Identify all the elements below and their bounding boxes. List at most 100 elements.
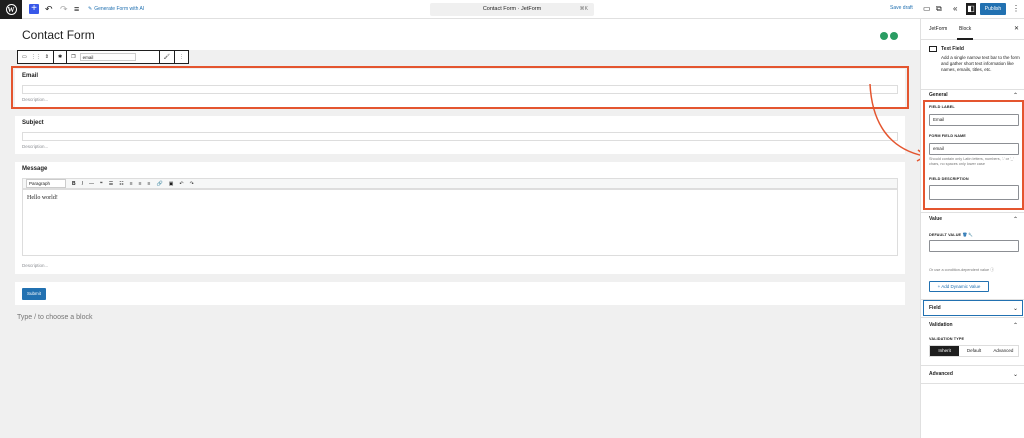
bullet-list-icon[interactable]: ☰ [109, 181, 113, 187]
add-block-button[interactable]: + [29, 4, 39, 14]
value-panel-header[interactable]: Value ⌃ [929, 216, 1018, 223]
chevron-up-icon: ⌃ [1012, 323, 1018, 329]
text-field-block-icon[interactable]: ▭ [22, 54, 27, 60]
validation-option-inherit[interactable]: Inherit [930, 346, 960, 356]
advanced-panel-title: Advanced [929, 371, 953, 377]
move-up-down-icon[interactable]: ⇕ [45, 54, 49, 60]
title-area: Contact Form [0, 19, 920, 50]
block-appender[interactable]: Type / to choose a block [17, 314, 93, 321]
grammar-check-icon [890, 32, 898, 40]
subject-field-block[interactable]: Subject Description... [15, 116, 905, 154]
redo-icon[interactable]: ↷ [60, 3, 68, 15]
rich-text-editor[interactable]: Hello world! [22, 189, 898, 256]
undo-icon[interactable]: ↶ [179, 181, 183, 187]
bold-icon[interactable]: B [72, 181, 76, 187]
field-name-group: ❐ email [67, 51, 160, 63]
general-panel-title: General [929, 92, 948, 98]
rich-text-toolbar: Paragraph B I — ❝ ☰ ☷ ≡ ≡ ≡ 🔗 ▣ ↶ ↷ [22, 178, 898, 189]
collapse-icon[interactable]: « [953, 4, 957, 14]
redo-icon[interactable]: ↷ [190, 181, 194, 187]
undo-icon[interactable]: ↶ [45, 3, 53, 15]
gear-icon[interactable]: ✱ [58, 54, 62, 60]
default-value-label-text: DEFAULT VALUE [929, 233, 962, 237]
validation-option-default[interactable]: Default [959, 346, 988, 356]
default-value-input[interactable] [929, 240, 1019, 252]
link-icon[interactable]: 🔗 [156, 181, 162, 187]
trash-icon[interactable]: 🗑 [962, 233, 967, 237]
wrench-icon[interactable]: 🔧 [968, 233, 973, 237]
editor-canvas: Contact Form ▭ ⋮⋮ ⇕ ✱ ❐ email 🖌 ⋮ Email … [0, 19, 920, 438]
divider [921, 212, 1024, 213]
title-status-icons [880, 32, 898, 40]
settings-sidebar-icon[interactable]: ◧ [966, 3, 976, 15]
block-card-description: Add a single narrow text bar to the form… [941, 55, 1020, 72]
field-name-input[interactable]: email [79, 53, 136, 61]
add-dynamic-value-label: Add Dynamic Value [941, 284, 981, 289]
sidebar-tabs: JetForm Block ✕ [921, 19, 1024, 40]
email-field-highlight [11, 66, 909, 109]
field-panel-header[interactable]: Field ⌄ [929, 305, 1018, 312]
chevron-down-icon: ⌄ [1012, 306, 1018, 312]
divider [921, 383, 1024, 384]
field-panel-title: Field [929, 305, 941, 311]
submit-block [15, 282, 905, 305]
chevron-up-icon: ⌃ [1012, 217, 1018, 223]
align-right-icon[interactable]: ≡ [148, 181, 151, 187]
validation-option-advanced[interactable]: Advanced [989, 346, 1018, 356]
quote-icon[interactable]: ❝ [100, 181, 103, 187]
default-value-label: DEFAULT VALUE 🗑 🔧 [929, 232, 973, 237]
validation-panel-header[interactable]: Validation ⌃ [929, 322, 1018, 329]
help-icon[interactable]: ⓘ [990, 268, 994, 272]
document-title: Contact Form · JetForm [482, 6, 542, 12]
validation-type-control: Inherit Default Advanced [929, 345, 1019, 357]
text-field-icon [929, 46, 937, 52]
command-palette-bar[interactable]: Contact Form · JetForm ⌘K [430, 3, 594, 16]
close-icon[interactable]: ✕ [1014, 25, 1019, 32]
chevron-down-icon: ⌄ [1012, 372, 1018, 378]
divider [921, 89, 1024, 90]
value-panel-title: Value [929, 216, 943, 222]
subject-field-input[interactable] [22, 132, 898, 141]
settings-sidebar: JetForm Block ✕ Text Field Add a single … [920, 19, 1024, 438]
message-field-block[interactable]: Message Paragraph B I — ❝ ☰ ☷ ≡ ≡ ≡ 🔗 ▣ … [15, 162, 905, 274]
document-overview-icon[interactable]: ≡ [74, 3, 79, 15]
generate-form-ai-button[interactable]: ✎ Generate Form with AI [88, 4, 144, 14]
preview-icon[interactable]: ▭ [923, 4, 931, 14]
validation-type-label: VALIDATION TYPE [929, 337, 965, 341]
numbered-list-icon[interactable]: ☷ [119, 181, 123, 187]
general-panel-header[interactable]: General ⌃ [929, 92, 1018, 99]
drag-handle-icon[interactable]: ⋮⋮ [31, 54, 41, 60]
italic-icon[interactable]: I [82, 181, 83, 187]
align-left-icon[interactable]: ≡ [130, 181, 133, 187]
view-post-icon[interactable]: ⧉ [936, 4, 942, 14]
brush-icon[interactable]: 🖌 [164, 54, 170, 60]
brush-group: 🖌 [160, 51, 175, 63]
paragraph-select[interactable]: Paragraph [26, 179, 66, 188]
more-options-icon[interactable]: ⋮ [179, 54, 184, 60]
copy-icon[interactable]: ❐ [71, 54, 75, 60]
save-draft-button[interactable]: Save draft [890, 5, 913, 11]
block-toolbar: ▭ ⋮⋮ ⇕ ✱ ❐ email 🖌 ⋮ [17, 50, 189, 64]
publish-button[interactable]: Publish [980, 3, 1006, 15]
subject-field-description: Description... [22, 144, 49, 149]
wordpress-logo-icon[interactable]: W [0, 0, 22, 19]
options-menu-icon[interactable]: ⋮ [1012, 4, 1020, 14]
page-title[interactable]: Contact Form [22, 28, 95, 42]
submit-button[interactable]: Submit [22, 288, 46, 300]
location-icon [880, 32, 888, 40]
condition-value-text: Or use a condition-dependent value ⓘ [929, 268, 1021, 273]
strikethrough-icon[interactable]: — [89, 181, 94, 187]
subject-field-label: Subject [22, 120, 44, 126]
advanced-panel-header[interactable]: Advanced ⌄ [929, 371, 1018, 378]
tab-jetform[interactable]: JetForm [929, 26, 947, 32]
editor-top-bar: W + ↶ ↷ ≡ ✎ Generate Form with AI Contac… [0, 0, 1024, 19]
message-field-description: Description... [22, 263, 49, 268]
block-card-title: Text Field [941, 46, 964, 52]
align-center-icon[interactable]: ≡ [139, 181, 142, 187]
general-settings-highlight [923, 100, 1024, 210]
tab-block[interactable]: Block [956, 26, 974, 40]
magic-wand-icon: ✎ [88, 6, 93, 12]
add-dynamic-value-button[interactable]: + Add Dynamic Value [929, 281, 989, 292]
image-icon[interactable]: ▣ [169, 181, 174, 187]
divider [921, 317, 1024, 318]
